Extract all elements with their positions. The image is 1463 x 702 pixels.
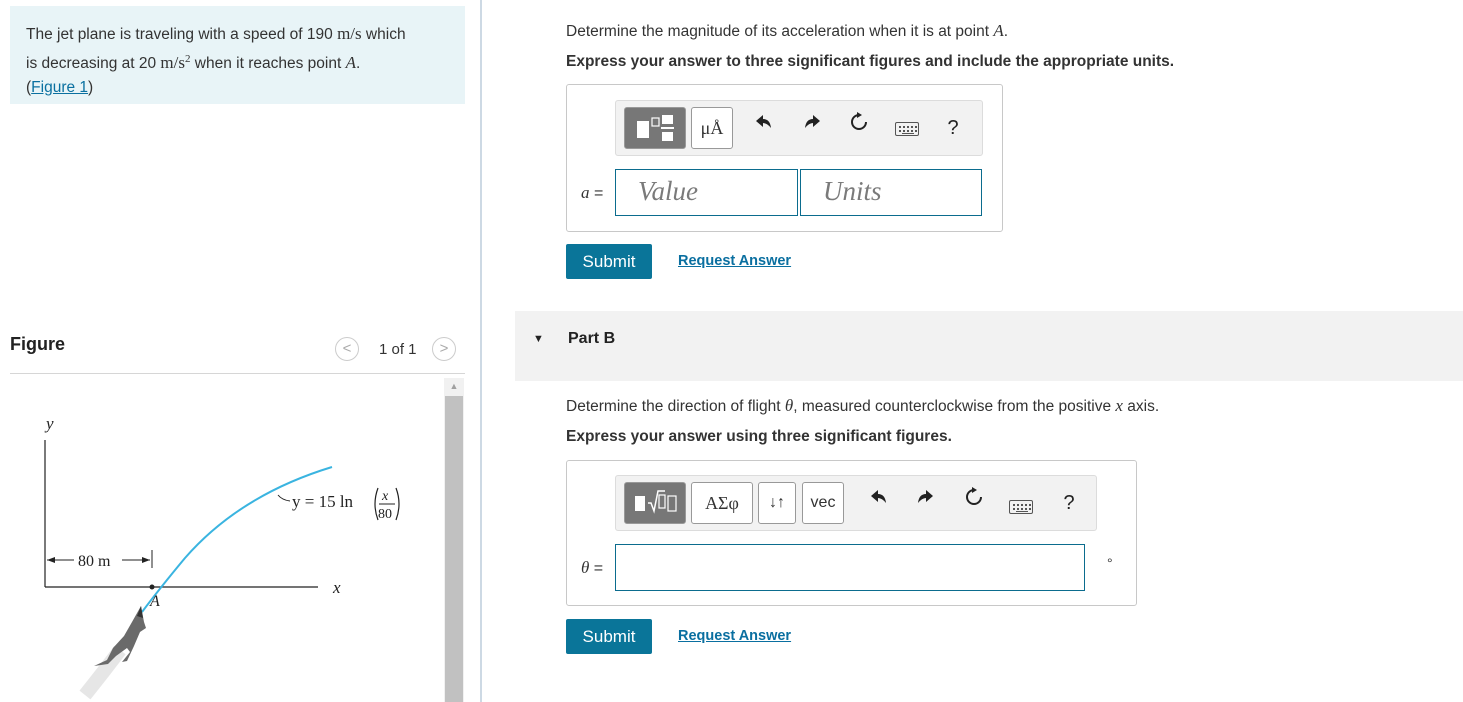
problem-line-3: (Figure 1) [26,76,449,100]
equation-paren-right [395,487,400,521]
point-label: A [345,53,356,73]
greek-symbols-button[interactable]: ΑΣφ [691,482,753,524]
degree-symbol: ° [1107,555,1113,571]
equals-sign: = [589,560,604,577]
question-text: , measured counterclockwise from the pos… [793,398,1116,415]
equation-leader [277,494,291,502]
scroll-up-arrow-icon[interactable]: ▲ [444,378,464,394]
problem-text: is decreasing at 20 [26,55,161,73]
equation-frac-den: 80 [378,507,392,522]
part-b-answer-panel: ΑΣφ ↓↑ vec ? θ = ° [566,460,1137,606]
figure-link[interactable]: Figure 1 [31,79,88,96]
part-b-question: Determine the direction of flight θ, mea… [566,396,1159,416]
next-figure-button[interactable]: > [432,337,456,361]
part-a-answer-panel: μÅ ? a = Value Units [566,84,1003,232]
problem-text: which [361,26,406,43]
reset-icon[interactable] [961,486,987,520]
value-placeholder: Value [638,176,698,206]
equation-label: y = 15 ln [292,492,354,511]
templates-icon [635,490,677,514]
problem-line-2: is decreasing at 20 m/s2 when it reaches… [26,47,449,76]
reset-icon[interactable] [846,111,872,145]
part-b-submit-button[interactable]: Submit [566,619,652,654]
figure-diagram: y x 80 m A y = 15 ln x 80 [44,414,400,700]
x-axis-label: x [332,578,341,597]
figure-scrollbar[interactable]: ▲ [444,378,464,702]
var-theta-label: θ = [581,558,603,578]
units-input[interactable]: Units [800,169,982,216]
speed-unit: m/s [337,24,362,43]
problem-text: The jet plane is traveling with a speed … [26,26,338,43]
paren: ) [88,79,94,97]
dimension-label: 80 m [78,553,111,570]
equals-sign: = [589,185,604,202]
part-b-title: Part B [568,330,616,347]
units-placeholder: Units [823,176,882,206]
question-text: axis. [1122,398,1160,415]
figure-header: Figure < 1 of 1 > [10,330,465,374]
part-b-header[interactable]: ▼ Part B [515,311,1463,381]
problem-statement: The jet plane is traveling with a speed … [10,6,465,104]
question-text: . [1003,23,1009,40]
prev-figure-button[interactable]: < [335,337,359,361]
help-button[interactable]: ? [940,111,966,145]
point-label: A [993,21,1004,40]
part-b-instruction: Express your answer using three signific… [566,428,952,445]
part-a-submit-button[interactable]: Submit [566,244,652,279]
templates-button[interactable] [624,107,686,149]
part-a-request-answer-link[interactable]: Request Answer [678,253,791,269]
problem-line-1: The jet plane is traveling with a speed … [26,22,449,47]
theta-symbol: θ [784,396,794,415]
question-text: Determine the direction of flight [566,398,785,415]
vector-button[interactable]: vec [802,482,844,524]
part-b-request-answer-link[interactable]: Request Answer [678,628,791,644]
figure-title: Figure [10,334,66,354]
equation-frac-num: x [381,489,389,504]
point-a-label: A [149,593,160,610]
collapse-caret-icon[interactable]: ▼ [533,333,544,345]
undo-icon[interactable] [865,486,891,520]
dimension-arrow-left [47,557,55,563]
y-axis-label: y [44,414,54,433]
theta-input[interactable] [615,544,1085,591]
scroll-thumb[interactable] [445,396,463,702]
templates-button[interactable] [624,482,686,524]
column-divider [480,0,482,702]
units-button[interactable]: μÅ [691,107,733,149]
flight-path-curve [141,466,333,613]
part-a-question: Determine the magnitude of its accelerat… [566,21,1008,41]
problem-text: . [355,55,361,73]
accel-unit: m/s [160,53,185,73]
left-column: The jet plane is traveling with a speed … [0,0,470,702]
part-b-toolbar: ΑΣφ ↓↑ vec ? [615,475,1097,531]
right-column: Determine the magnitude of its accelerat… [515,0,1463,702]
help-button[interactable]: ? [1056,486,1082,520]
sort-arrows-button[interactable]: ↓↑ [758,482,796,524]
redo-icon[interactable] [913,486,939,520]
value-input[interactable]: Value [615,169,798,216]
question-text: Determine the magnitude of its accelerat… [566,23,994,40]
undo-icon[interactable] [750,111,776,145]
x-symbol: x [1115,396,1123,415]
problem-text: when it reaches point [190,55,346,73]
point-a-dot [149,584,155,590]
part-a-instruction: Express your answer to three significant… [566,53,1175,70]
var-symbol: a [581,183,590,202]
figure-count: 1 of 1 [379,341,417,358]
dimension-arrow-right [142,557,150,563]
redo-icon[interactable] [800,111,826,145]
part-a-toolbar: μÅ ? [615,100,983,156]
var-a-label: a = [581,183,603,203]
jet-plane-icon [79,606,146,700]
templates-icon [637,115,674,141]
